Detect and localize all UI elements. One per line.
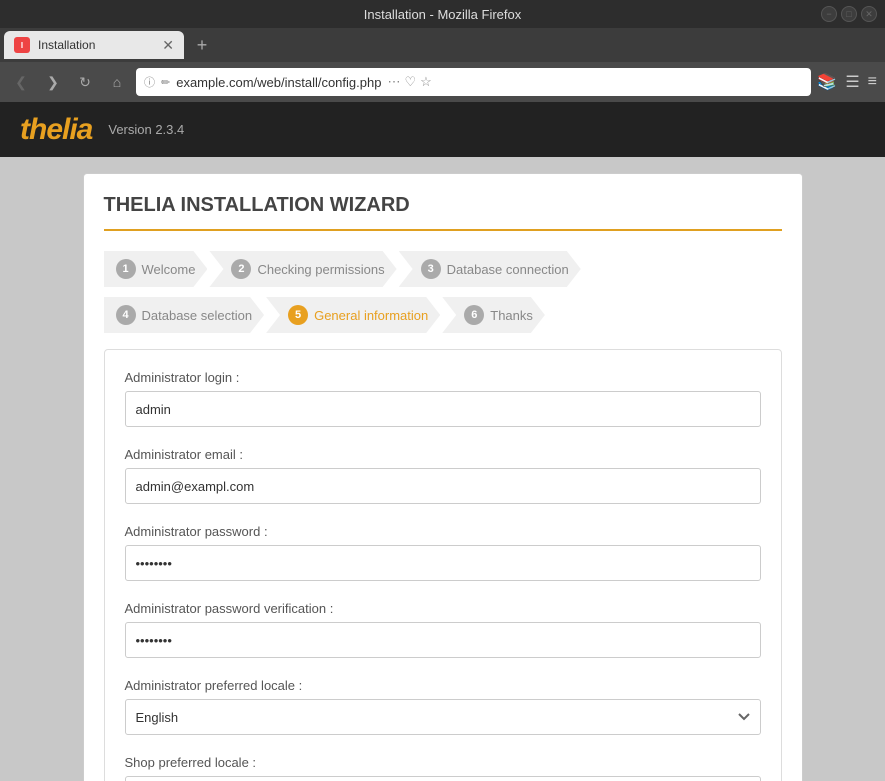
admin-email-input[interactable] [125,468,761,504]
admin-password-input[interactable] [125,545,761,581]
step-3-num: 3 [421,259,441,279]
url-bar[interactable]: ⓘ ✏ example.com/web/install/config.php ⋯… [136,68,811,96]
step-2-num: 2 [231,259,251,279]
steps-row-2: 4 Database selection 5 General informati… [104,297,782,333]
step-6-label: Thanks [490,308,533,323]
step-1-label: Welcome [142,262,196,277]
step-4-db-selection[interactable]: 4 Database selection [104,297,265,333]
admin-password-group: Administrator password : [125,524,761,581]
wizard-container: THELIA INSTALLATION WIZARD 1 Welcome 2 C… [83,173,803,781]
shop-locale-group: Shop preferred locale : English French G… [125,755,761,781]
admin-locale-group: Administrator preferred locale : English… [125,678,761,735]
hamburger-icon[interactable]: ≡ [868,73,877,91]
bookmark-icon[interactable]: ♡ [404,74,416,90]
admin-login-group: Administrator login : [125,370,761,427]
app-version: Version 2.3.4 [108,122,184,137]
step-6-thanks[interactable]: 6 Thanks [442,297,545,333]
admin-password-label: Administrator password : [125,524,761,539]
star-icon[interactable]: ☆ [420,74,432,90]
step-5-num: 5 [288,305,308,325]
reload-button[interactable]: ↻ [72,69,98,95]
tab-favicon: I [14,37,30,53]
wizard-title: THELIA INSTALLATION WIZARD [104,194,782,231]
admin-locale-label: Administrator preferred locale : [125,678,761,693]
more-url-button[interactable]: ⋯ [387,74,400,90]
address-bar: ❮ ❯ ↻ ⌂ ⓘ ✏ example.com/web/install/conf… [0,62,885,102]
lock-icon: ✏ [161,76,170,89]
info-icon: ⓘ [144,74,155,90]
forward-button[interactable]: ❯ [40,69,66,95]
back-button[interactable]: ❮ [8,69,34,95]
step-2-checking[interactable]: 2 Checking permissions [209,251,396,287]
step-1-num: 1 [116,259,136,279]
close-button[interactable]: ✕ [861,6,877,22]
admin-password-verify-input[interactable] [125,622,761,658]
tab-title: Installation [38,38,154,52]
bookmarks-icon[interactable]: 📚 [817,72,837,92]
admin-locale-select[interactable]: English French German Spanish Italian [125,699,761,735]
url-path: /web/install/config.php [254,75,382,90]
step-1-welcome[interactable]: 1 Welcome [104,251,208,287]
step-5-general-info[interactable]: 5 General information [266,297,440,333]
window-title: Installation - Mozilla Firefox [364,7,522,22]
shop-locale-label: Shop preferred locale : [125,755,761,770]
url-actions: ⋯ ♡ ☆ [387,74,431,90]
sidebar-icon[interactable]: ☰ [845,72,859,92]
admin-email-label: Administrator email : [125,447,761,462]
tab-bar: I Installation ✕ + [0,28,885,62]
new-tab-button[interactable]: + [188,31,216,59]
app-header: thelia Version 2.3.4 [0,102,885,157]
step-3-db-connection[interactable]: 3 Database connection [399,251,581,287]
admin-password-verify-group: Administrator password verification : [125,601,761,658]
minimize-button[interactable]: − [821,6,837,22]
admin-password-verify-label: Administrator password verification : [125,601,761,616]
step-3-label: Database connection [447,262,569,277]
form-container: Administrator login : Administrator emai… [104,349,782,781]
step-4-label: Database selection [142,308,253,323]
step-6-num: 6 [464,305,484,325]
admin-login-label: Administrator login : [125,370,761,385]
home-button[interactable]: ⌂ [104,69,130,95]
url-text: example.com/web/install/config.php [176,75,381,90]
step-4-num: 4 [116,305,136,325]
main-content: THELIA INSTALLATION WIZARD 1 Welcome 2 C… [0,157,885,781]
title-bar: Installation - Mozilla Firefox − □ ✕ [0,0,885,28]
app-logo: thelia [20,113,92,147]
admin-login-input[interactable] [125,391,761,427]
step-5-label: General information [314,308,428,323]
admin-email-group: Administrator email : [125,447,761,504]
url-domain: example.com [176,75,253,90]
tab-close-button[interactable]: ✕ [162,37,174,54]
maximize-button[interactable]: □ [841,6,857,22]
shop-locale-select[interactable]: English French German Spanish Italian [125,776,761,781]
active-tab[interactable]: I Installation ✕ [4,31,184,59]
steps-row-1: 1 Welcome 2 Checking permissions 3 Datab… [104,251,782,287]
window-controls: − □ ✕ [821,6,877,22]
step-2-label: Checking permissions [257,262,384,277]
browser-menu-right: 📚 ☰ ≡ [817,72,877,92]
